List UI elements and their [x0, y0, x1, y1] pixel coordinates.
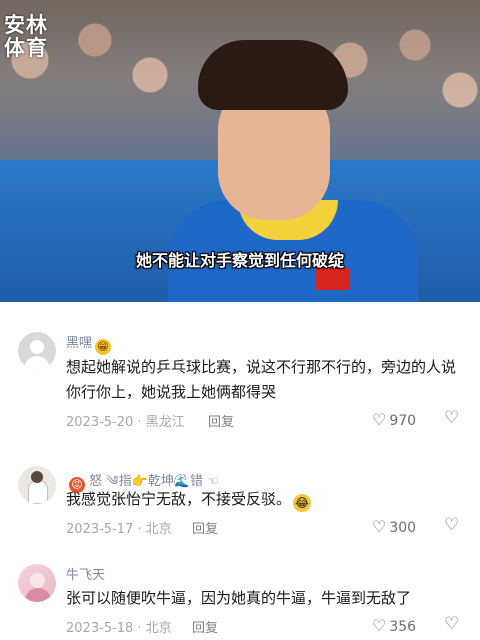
like-button[interactable]: ♡ 356: [372, 616, 416, 635]
comment-username[interactable]: 牛飞天: [66, 564, 105, 583]
avatar[interactable]: [18, 466, 56, 504]
grin-emoji-icon: 😁: [95, 339, 112, 355]
reply-button[interactable]: 回复: [208, 411, 234, 430]
comment-item: 😡 怒 ༄指👉乾坤🌊错 ☜ 我感觉张怡宁无敌，不接受反驳。 😂 2023-5-17…: [0, 438, 480, 548]
video-player[interactable]: 安林 体育 她不能让对手察觉到任何破绽: [0, 0, 480, 302]
broken-heart-outline-icon[interactable]: ♡: [444, 614, 459, 634]
heart-outline-icon: ♡: [372, 616, 387, 635]
like-button[interactable]: ♡ 300: [372, 517, 416, 536]
like-button[interactable]: ♡ 970: [372, 410, 416, 429]
comment-date-location: 2023-5-17 · 北京: [66, 522, 172, 537]
laugh-cry-emoji-icon: 😂: [293, 494, 312, 512]
video-subtitle: 她不能让对手察觉到任何破绽: [135, 251, 344, 270]
heart-outline-icon: ♡: [372, 517, 387, 536]
like-count: 300: [389, 520, 417, 536]
comment-date-location: 2023-5-20 · 黑龙江: [66, 415, 185, 430]
comment-text: 张可以随便吹牛逼，因为她真的牛逼，牛逼到无敌了: [66, 589, 412, 607]
comment-text: 想起她解说的乒乓球比赛，说这不行那不行的，旁边的人说你行你上，她说我上她俩都得哭: [66, 358, 457, 401]
avatar[interactable]: [18, 564, 56, 602]
comment-text: 我感觉张怡宁无敌，不接受反驳。 😂: [66, 490, 312, 512]
comment-item: 黑嘿 😁 想起她解说的乒乓球比赛，说这不行那不行的，旁边的人说你行你上，她说我上她…: [0, 302, 480, 438]
like-count: 970: [389, 413, 417, 429]
comment-date-location: 2023-5-18 · 北京: [66, 621, 172, 636]
broken-heart-outline-icon[interactable]: ♡: [444, 408, 459, 428]
comment-username[interactable]: 黑嘿 😁: [66, 332, 112, 355]
comment-item: 牛飞天 张可以随便吹牛逼，因为她真的牛逼，牛逼到无敌了 2023-5-18 · …: [0, 548, 480, 640]
avatar[interactable]: [18, 332, 56, 370]
china-flag-icon: [316, 268, 350, 290]
channel-logo: 安林 体育: [4, 13, 48, 60]
reply-button[interactable]: 回复: [192, 617, 218, 636]
broken-heart-outline-icon[interactable]: ♡: [444, 515, 459, 535]
reply-button[interactable]: 回复: [192, 518, 218, 537]
like-count: 356: [389, 619, 417, 635]
heart-outline-icon: ♡: [372, 410, 387, 429]
